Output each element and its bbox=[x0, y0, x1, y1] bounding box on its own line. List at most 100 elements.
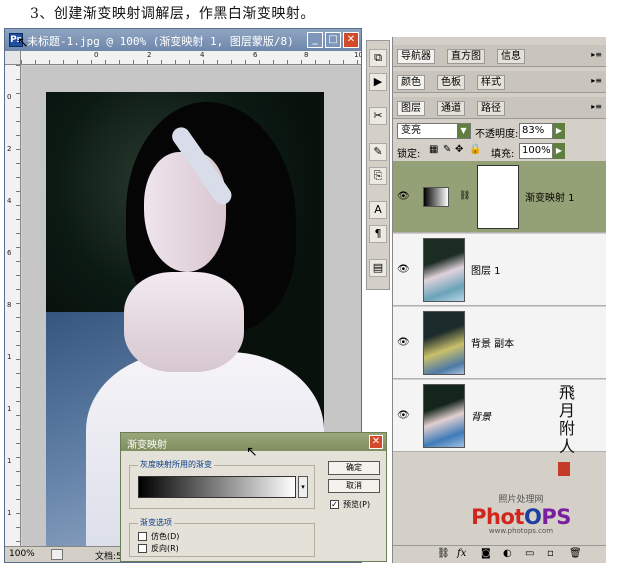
panel-menu-icon[interactable]: ▸≡ bbox=[591, 76, 602, 85]
reverse-label: 反向(R) bbox=[151, 544, 179, 553]
watermark: 照片处理网 PhotOPS www.photops.com bbox=[466, 492, 576, 535]
gradient-preview-bar[interactable] bbox=[138, 476, 296, 498]
tutorial-caption: 3、创建渐变映射调解层，作黑白渐变映射。 bbox=[30, 6, 315, 22]
trash-icon[interactable]: 🗑 bbox=[569, 548, 582, 559]
layer-thumbnail bbox=[423, 384, 465, 448]
dialog-close-button[interactable]: ✕ bbox=[369, 435, 383, 449]
close-button[interactable]: ✕ bbox=[343, 32, 359, 48]
minimize-button[interactable]: _ bbox=[307, 32, 323, 48]
layer-thumbnail bbox=[423, 238, 465, 302]
ruler-h-tick: 4 bbox=[200, 51, 205, 59]
tool-strip: ⧉ ▶ ✂ ✎ ⎘ A ¶ ▤ bbox=[366, 40, 390, 290]
panel-menu-icon[interactable]: ▸≡ bbox=[591, 102, 602, 111]
vertical-ruler[interactable]: 0 2 4 6 8 1 1 1 1 bbox=[5, 65, 21, 549]
preview-checkbox[interactable]: ✓ bbox=[330, 500, 339, 509]
dialog-title: 渐变映射 bbox=[127, 440, 167, 451]
document-title: 未标题-1.jpg @ 100% (渐变映射 1, 图层蒙版/8) bbox=[27, 35, 294, 48]
tab-channels[interactable]: 通道 bbox=[437, 101, 465, 116]
layers-options-bar: 变亮 ▼ 不透明度: 83% ▶ 锁定: ▦ ✎ ✥ 🔒 填充: 100% ▶ bbox=[393, 120, 606, 160]
tab-navigator[interactable]: 导航器 bbox=[397, 49, 435, 64]
adjustment-thumbnail bbox=[423, 187, 449, 207]
zoom-level[interactable]: 100% bbox=[9, 549, 35, 559]
panel-row-layers: 图层 通道 路径 ▸≡ bbox=[393, 97, 606, 119]
new-layer-icon[interactable]: ▫ bbox=[547, 548, 554, 559]
tab-paths[interactable]: 路径 bbox=[477, 101, 505, 116]
layer-row[interactable]: 👁 背景 副本 bbox=[393, 307, 606, 379]
preview-label: 预览(P) bbox=[343, 500, 371, 509]
document-titlebar[interactable]: Ps 未标题-1.jpg @ 100% (渐变映射 1, 图层蒙版/8) _ □… bbox=[5, 29, 361, 51]
tab-histogram[interactable]: 直方图 bbox=[447, 49, 485, 64]
brush-tool-icon[interactable]: ✎ bbox=[369, 143, 387, 161]
clone-stamp-icon[interactable]: ⎘ bbox=[369, 167, 387, 185]
tab-styles[interactable]: 样式 bbox=[477, 75, 505, 90]
tool-presets-icon[interactable]: ✂ bbox=[369, 107, 387, 125]
tab-swatches[interactable]: 色板 bbox=[437, 75, 465, 90]
lock-position-icon[interactable]: ✥ bbox=[455, 144, 463, 155]
lock-transparency-icon[interactable]: ▦ bbox=[429, 144, 438, 155]
fill-label: 填充: bbox=[491, 149, 515, 160]
link-icon[interactable]: ⛓ bbox=[459, 191, 470, 201]
layer-name: 图层 1 bbox=[471, 266, 501, 277]
ruler-v-tick: 4 bbox=[7, 197, 12, 205]
add-mask-icon[interactable]: ◙ bbox=[481, 548, 491, 559]
ok-button[interactable]: 确定 bbox=[328, 461, 380, 475]
layer-row[interactable]: 👁 图层 1 bbox=[393, 234, 606, 306]
layer-thumbnail bbox=[423, 311, 465, 375]
panel-menu-icon[interactable]: ▸≡ bbox=[591, 50, 602, 59]
horizontal-ruler[interactable]: 0 2 4 6 8 10 bbox=[21, 51, 361, 65]
eye-icon[interactable]: 👁 bbox=[397, 337, 410, 348]
dither-checkbox[interactable] bbox=[138, 532, 147, 541]
eye-icon[interactable]: 👁 bbox=[397, 410, 410, 421]
reverse-checkbox[interactable] bbox=[138, 544, 147, 553]
panel-row-color: 颜色 色板 样式 ▸≡ bbox=[393, 71, 606, 93]
eye-icon[interactable]: 👁 bbox=[397, 191, 410, 202]
lock-label: 锁定: bbox=[397, 149, 421, 160]
new-group-icon[interactable]: ▭ bbox=[525, 548, 534, 559]
opacity-slider-button[interactable]: ▶ bbox=[553, 123, 565, 139]
chevron-down-icon: ▼ bbox=[457, 124, 470, 138]
layer-row[interactable]: 👁 ⛓ 渐变映射 1 bbox=[393, 161, 606, 233]
status-menu-icon[interactable] bbox=[51, 549, 63, 560]
layer-style-icon[interactable]: fx bbox=[457, 548, 466, 559]
opacity-input[interactable]: 83% bbox=[519, 123, 553, 139]
layer-name: 渐变映射 1 bbox=[525, 193, 575, 204]
photo-arms bbox=[124, 272, 244, 372]
seal-stamp bbox=[558, 462, 570, 476]
character-icon[interactable]: A bbox=[369, 201, 387, 219]
gradient-group-label: 灰度映射所用的渐变 bbox=[138, 459, 214, 470]
play-action-icon[interactable]: ▶ bbox=[369, 73, 387, 91]
ruler-v-tick: 8 bbox=[7, 301, 12, 309]
layer-name: 背景 bbox=[471, 412, 491, 423]
navigator-tool-icon[interactable]: ⧉ bbox=[369, 49, 387, 67]
adjustment-layer-icon[interactable]: ◐ bbox=[503, 548, 512, 559]
ruler-v-tick: 6 bbox=[7, 249, 12, 257]
fill-input[interactable]: 100% bbox=[519, 143, 553, 159]
ruler-h-tick: 2 bbox=[147, 51, 152, 59]
doc-size-label: 文档:5 bbox=[95, 552, 122, 562]
cancel-button[interactable]: 取消 bbox=[328, 479, 380, 493]
ruler-v-tick: 1 bbox=[7, 405, 12, 413]
tab-color[interactable]: 颜色 bbox=[397, 75, 425, 90]
ruler-v-tick: 1 bbox=[7, 457, 12, 465]
gradient-dropdown-button[interactable]: ▾ bbox=[298, 476, 308, 498]
layer-mask-thumbnail[interactable] bbox=[477, 165, 519, 229]
fill-slider-button[interactable]: ▶ bbox=[553, 143, 565, 159]
gradient-group: 灰度映射所用的渐变 ▾ bbox=[129, 459, 315, 509]
tab-layers[interactable]: 图层 bbox=[397, 101, 425, 116]
lock-all-icon[interactable]: 🔒 bbox=[469, 144, 481, 155]
gradient-options-group: 渐变选项 仿色(D) 反向(R) bbox=[129, 517, 315, 557]
eye-icon[interactable]: 👁 bbox=[397, 264, 410, 275]
maximize-button[interactable]: □ bbox=[325, 32, 341, 48]
opacity-label: 不透明度: bbox=[475, 129, 519, 140]
ruler-h-tick: 0 bbox=[94, 51, 99, 59]
calligraphy-signature: 飛月附人 bbox=[558, 383, 575, 456]
lock-pixels-icon[interactable]: ✎ bbox=[443, 144, 451, 155]
tab-info[interactable]: 信息 bbox=[497, 49, 525, 64]
ruler-v-tick: 1 bbox=[7, 353, 12, 361]
ruler-corner bbox=[5, 51, 21, 65]
layer-comps-icon[interactable]: ▤ bbox=[369, 259, 387, 277]
right-panels: 导航器 直方图 信息 ▸≡ 颜色 色板 样式 ▸≡ 图层 通道 路径 ▸≡ 变亮… bbox=[392, 37, 606, 563]
link-layers-icon[interactable]: ⛓ bbox=[437, 548, 450, 559]
blend-mode-select[interactable]: 变亮 ▼ bbox=[397, 123, 471, 139]
paragraph-icon[interactable]: ¶ bbox=[369, 225, 387, 243]
